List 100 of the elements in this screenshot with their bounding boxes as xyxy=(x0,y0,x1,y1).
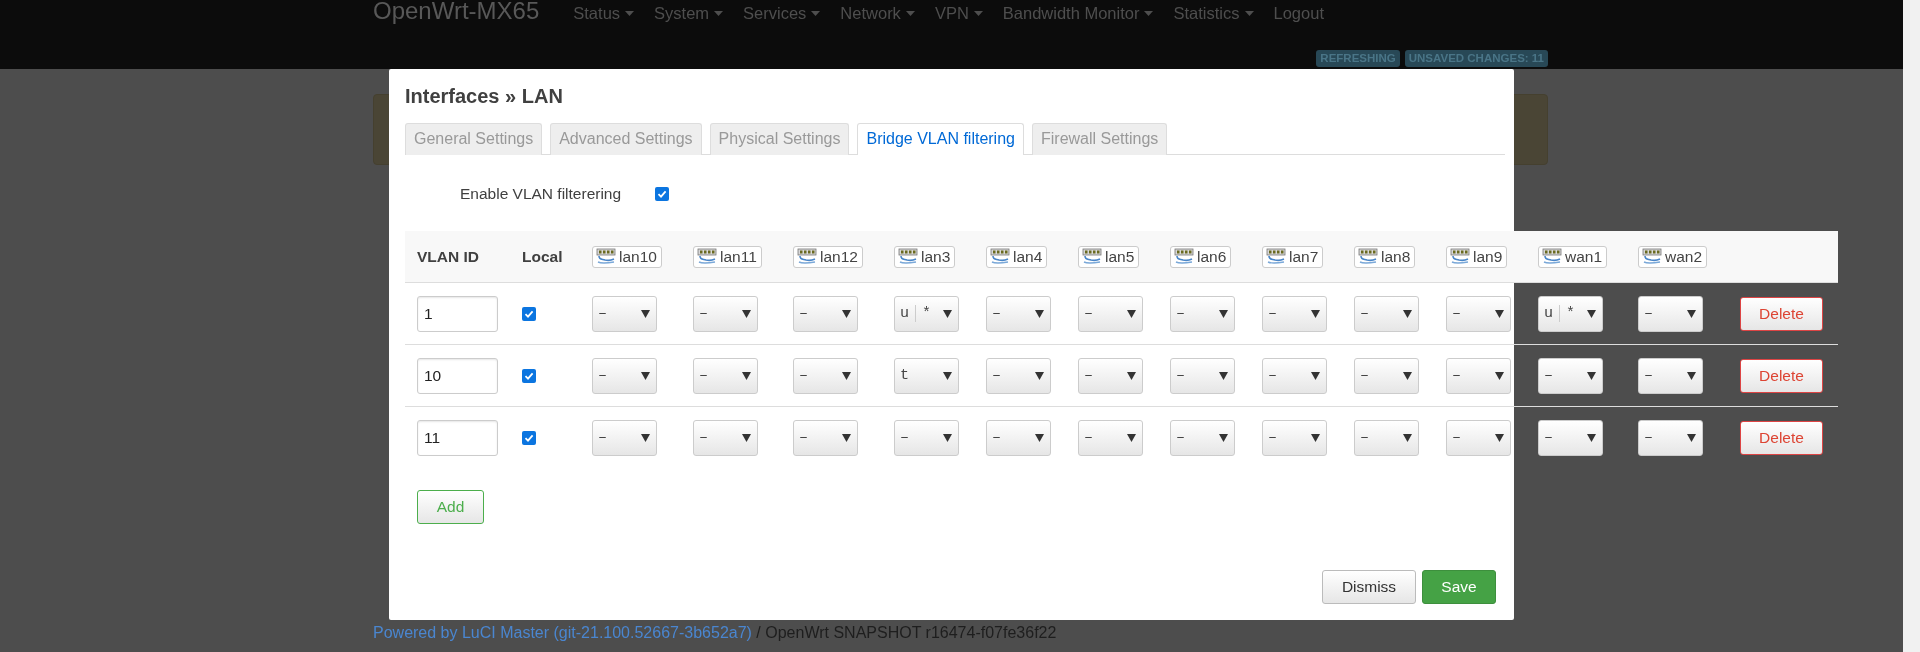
caret-icon xyxy=(742,371,751,380)
port-mode-select[interactable]: – xyxy=(793,419,858,456)
caret-icon xyxy=(1311,371,1320,380)
port-mode-select[interactable]: – xyxy=(1170,357,1235,394)
port-mode-select[interactable]: – xyxy=(1354,357,1419,394)
port-label: lan12 xyxy=(793,245,863,268)
ethernet-port-icon xyxy=(1174,248,1194,265)
caret-icon xyxy=(1495,309,1504,318)
caret-icon xyxy=(641,309,650,318)
caret-icon xyxy=(1403,371,1412,380)
caret-icon xyxy=(842,433,851,442)
caret-icon xyxy=(905,10,915,16)
caret-icon xyxy=(1144,10,1154,16)
delete-button[interactable]: Delete xyxy=(1740,420,1823,455)
vlan-id-input[interactable]: 1 xyxy=(417,295,498,332)
port-mode-select[interactable]: – xyxy=(1170,295,1235,332)
option-label: Enable VLAN filterering xyxy=(460,185,623,203)
port-mode-select[interactable]: – xyxy=(1170,419,1235,456)
port-mode-select[interactable]: – xyxy=(1078,419,1143,456)
ethernet-port-icon xyxy=(797,248,817,265)
port-label: lan5 xyxy=(1078,245,1140,268)
caret-icon xyxy=(1219,371,1228,380)
vlan-id-input[interactable]: 10 xyxy=(417,357,498,394)
caret-icon xyxy=(842,309,851,318)
port-mode-select[interactable]: – xyxy=(793,357,858,394)
port-label: lan3 xyxy=(894,245,956,268)
ethernet-port-icon xyxy=(1542,248,1562,265)
settings-tab[interactable]: Bridge VLAN filtering xyxy=(857,123,1024,155)
port-mode-select[interactable]: – xyxy=(1538,357,1603,394)
port-mode-select[interactable]: – xyxy=(894,419,959,456)
column-header: Local xyxy=(521,247,564,266)
caret-icon xyxy=(1127,433,1136,442)
port-mode-select[interactable]: – xyxy=(1262,419,1327,456)
scrollbar-track[interactable] xyxy=(1903,0,1920,652)
ethernet-port-icon xyxy=(1082,248,1102,265)
caret-icon xyxy=(842,371,851,380)
port-mode-select[interactable]: – xyxy=(1446,295,1511,332)
port-mode-select[interactable]: – xyxy=(986,295,1051,332)
port-mode-select[interactable]: – xyxy=(793,295,858,332)
local-checkbox[interactable] xyxy=(522,430,536,445)
caret-icon xyxy=(1403,309,1412,318)
caret-icon xyxy=(943,371,952,380)
port-mode-select[interactable]: – xyxy=(693,357,758,394)
port-mode-select[interactable]: – xyxy=(592,357,657,394)
port-mode-select[interactable]: u * xyxy=(894,295,959,332)
port-mode-select[interactable]: – xyxy=(1638,295,1703,332)
port-mode-select[interactable]: – xyxy=(693,295,758,332)
caret-icon xyxy=(1687,433,1696,442)
caret-icon xyxy=(943,433,952,442)
port-label: lan6 xyxy=(1170,245,1232,268)
delete-button[interactable]: Delete xyxy=(1740,358,1823,393)
port-mode-select[interactable]: – xyxy=(1354,419,1419,456)
caret-icon xyxy=(1495,371,1504,380)
port-label: lan11 xyxy=(693,245,762,268)
caret-icon xyxy=(742,433,751,442)
port-mode-select[interactable]: – xyxy=(592,419,657,456)
caret-icon xyxy=(1587,309,1596,318)
port-mode-select[interactable]: – xyxy=(1262,357,1327,394)
local-checkbox[interactable] xyxy=(522,368,536,383)
caret-icon xyxy=(742,309,751,318)
port-mode-select[interactable]: – xyxy=(1446,419,1511,456)
port-mode-select[interactable]: – xyxy=(986,419,1051,456)
port-mode-select[interactable]: – xyxy=(1638,357,1703,394)
dismiss-button[interactable]: Dismiss xyxy=(1322,570,1416,604)
port-label: wan1 xyxy=(1538,245,1608,268)
port-mode-select[interactable]: – xyxy=(1538,419,1603,456)
port-mode-select[interactable]: – xyxy=(1354,295,1419,332)
port-label: lan7 xyxy=(1262,245,1324,268)
port-mode-select[interactable]: – xyxy=(1638,419,1703,456)
caret-icon xyxy=(1035,433,1044,442)
caret-icon xyxy=(1587,371,1596,380)
ethernet-port-icon xyxy=(990,248,1010,265)
port-mode-select[interactable]: – xyxy=(986,357,1051,394)
delete-button[interactable]: Delete xyxy=(1740,296,1823,331)
port-mode-select[interactable]: t xyxy=(894,357,959,394)
port-mode-select[interactable]: – xyxy=(693,419,758,456)
ethernet-port-icon xyxy=(1266,248,1286,265)
caret-icon xyxy=(641,433,650,442)
port-mode-select[interactable]: – xyxy=(1078,357,1143,394)
port-label: wan2 xyxy=(1638,245,1708,268)
caret-icon xyxy=(943,309,952,318)
port-mode-select[interactable]: u * xyxy=(1538,295,1603,332)
port-mode-select[interactable]: – xyxy=(1446,357,1511,394)
port-label: lan8 xyxy=(1354,245,1416,268)
caret-icon xyxy=(811,10,821,16)
caret-icon xyxy=(641,371,650,380)
caret-icon xyxy=(1687,309,1696,318)
ethernet-port-icon xyxy=(1642,248,1662,265)
caret-icon xyxy=(625,10,635,16)
port-mode-select[interactable]: – xyxy=(1078,295,1143,332)
ethernet-port-icon xyxy=(898,248,918,265)
port-mode-select[interactable]: – xyxy=(592,295,657,332)
vlan-filtering-checkbox[interactable] xyxy=(655,187,669,201)
port-mode-select[interactable]: – xyxy=(1262,295,1327,332)
local-checkbox[interactable] xyxy=(522,306,536,321)
vlan-id-input[interactable]: 11 xyxy=(417,419,498,456)
caret-icon xyxy=(714,10,724,16)
ethernet-port-icon xyxy=(1358,248,1378,265)
caret-icon xyxy=(1403,433,1412,442)
caret-icon xyxy=(1495,433,1504,442)
